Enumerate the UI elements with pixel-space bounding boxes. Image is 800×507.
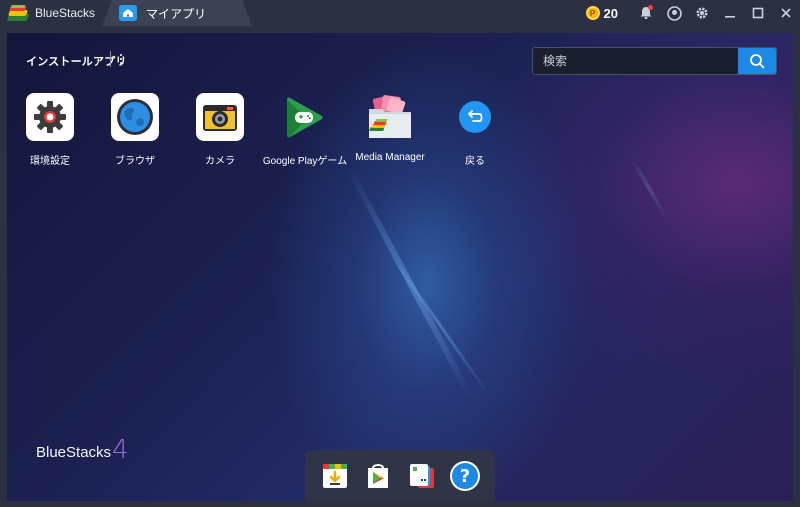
brand-version: 4 xyxy=(112,435,129,465)
app-google-play-games[interactable]: Google Playゲーム xyxy=(262,93,348,167)
play-store-icon xyxy=(368,463,389,488)
help-button[interactable]: ? xyxy=(447,458,483,494)
app-browser[interactable]: ブラウザ xyxy=(92,93,178,167)
maximize-icon xyxy=(752,7,764,19)
more-options-icon[interactable] xyxy=(115,51,127,67)
app-media-manager[interactable]: Media Manager xyxy=(347,93,433,163)
app-label: 環境設定 xyxy=(30,156,70,167)
dock: ? xyxy=(305,450,495,501)
app-center-button[interactable] xyxy=(317,458,353,494)
brand-text: BlueStacks xyxy=(36,444,112,461)
wallpaper-ray xyxy=(385,248,492,398)
notifications-button[interactable] xyxy=(632,0,660,26)
media-folder-icon xyxy=(366,93,414,141)
home-screen: インストールアプリ 検索 環境設定 ブラウザ カメラ Google Playゲー… xyxy=(7,33,793,501)
multi-instance-button[interactable] xyxy=(404,458,440,494)
home-icon xyxy=(119,5,137,21)
help-icon: ? xyxy=(450,460,481,491)
notification-dot xyxy=(648,5,653,10)
app-label: Media Manager xyxy=(355,152,425,163)
account-button[interactable] xyxy=(660,0,688,26)
window-controls: P 20 xyxy=(585,0,800,26)
search-icon xyxy=(750,54,765,69)
app-settings[interactable]: 環境設定 xyxy=(7,93,93,167)
bluestacks-brand-logo: BlueStacks 4 xyxy=(36,435,129,465)
minimize-button[interactable] xyxy=(716,0,744,26)
app-label: 戻る xyxy=(465,156,485,167)
search-input[interactable] xyxy=(533,48,738,74)
app-camera[interactable]: カメラ xyxy=(177,93,263,167)
gamepad-icon xyxy=(281,93,329,141)
coin-icon[interactable]: P xyxy=(585,6,600,20)
account-icon xyxy=(666,5,682,21)
search-button[interactable] xyxy=(738,48,776,74)
camera-icon xyxy=(196,93,244,141)
app-label: ブラウザ xyxy=(115,156,155,167)
tab-my-apps[interactable]: マイアプリ xyxy=(102,0,252,26)
bluestacks-logo-icon xyxy=(6,5,30,21)
close-button[interactable] xyxy=(772,0,800,26)
title-bar: BlueStacks マイアプリ P 20 xyxy=(0,0,800,26)
back-arrow-icon xyxy=(451,93,499,141)
help-glyph: ? xyxy=(460,466,470,487)
tab-home-label: BlueStacks xyxy=(35,6,96,20)
close-icon xyxy=(781,8,791,18)
settings-button[interactable] xyxy=(688,0,716,26)
search-box xyxy=(532,47,777,75)
maximize-button[interactable] xyxy=(744,0,772,26)
app-grid: 環境設定 ブラウザ カメラ Google Playゲーム Media Manag… xyxy=(7,93,793,183)
app-center-icon xyxy=(322,463,347,488)
app-label: カメラ xyxy=(205,156,235,167)
section-title: インストールアプリ xyxy=(26,56,127,68)
app-label: Google Playゲーム xyxy=(262,156,348,167)
minimize-icon xyxy=(725,16,735,18)
tab-my-apps-label: マイアプリ xyxy=(146,6,207,21)
gear-icon xyxy=(696,7,708,19)
divider xyxy=(110,51,111,67)
coin-count: 20 xyxy=(603,5,618,21)
settings-gear-icon xyxy=(26,93,74,141)
tab-bluestacks-home[interactable]: BlueStacks xyxy=(0,0,110,26)
multi-instance-icon xyxy=(409,463,434,488)
globe-icon xyxy=(111,93,159,141)
play-store-button[interactable] xyxy=(360,458,396,494)
app-back[interactable]: 戻る xyxy=(432,93,518,167)
